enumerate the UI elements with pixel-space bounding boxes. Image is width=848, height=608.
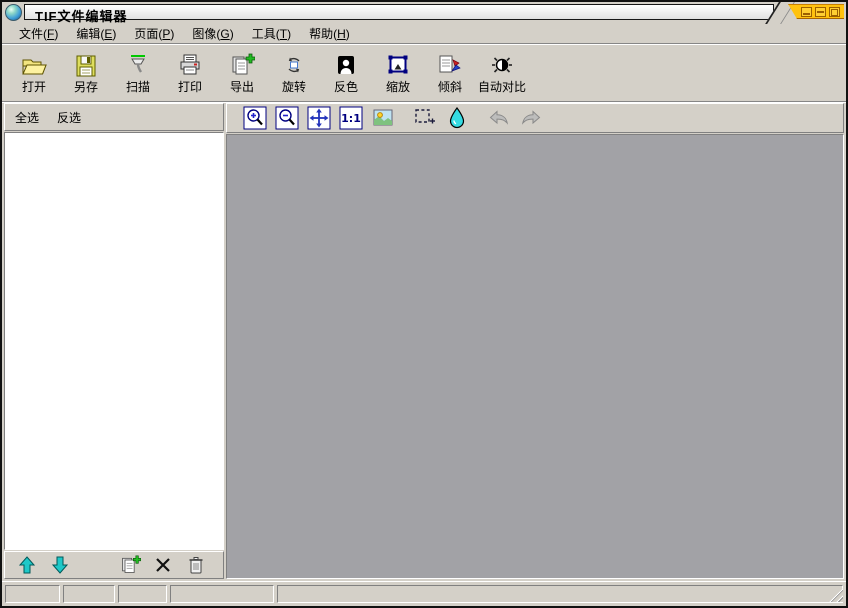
fill-color-button[interactable] xyxy=(445,106,469,130)
main-toolbar: 打开 另存 扫描 打印 导出 旋转 反色 缩放 倾斜 自动对比 xyxy=(2,45,846,101)
zoom-button-label: 缩放 xyxy=(385,80,410,94)
menu-bar: 文件(F) 编辑(E) 页面(P) 图像(G) 工具(T) 帮助(H) xyxy=(2,24,846,43)
scan-button[interactable]: 扫描 xyxy=(112,50,164,95)
rotate-button-label: 旋转 xyxy=(281,80,306,94)
menu-item-image[interactable]: 图像(G) xyxy=(183,23,242,44)
actual-size-button[interactable]: 1:1 xyxy=(339,106,363,130)
window-maximize-button[interactable] xyxy=(815,6,826,17)
undo-icon xyxy=(487,106,511,130)
save-as-button-label: 另存 xyxy=(73,80,98,94)
menu-item-page[interactable]: 页面(P) xyxy=(125,23,183,44)
title-strip: TIF文件编辑器 xyxy=(24,4,774,24)
menu-item-tools[interactable]: 工具(T) xyxy=(243,23,300,44)
move-down-button[interactable] xyxy=(50,555,70,575)
window-close-button[interactable] xyxy=(829,6,840,17)
skew-icon xyxy=(437,53,463,77)
menu-item-file[interactable]: 文件(F) xyxy=(10,23,67,44)
zoom-button[interactable]: 缩放 xyxy=(372,50,424,95)
svg-text:1:1: 1:1 xyxy=(341,112,361,125)
invert-button-label: 反色 xyxy=(333,80,358,94)
deskew-button[interactable]: 倾斜 xyxy=(424,50,476,95)
invert-button[interactable]: 反色 xyxy=(320,50,372,95)
rotate-button[interactable]: 旋转 xyxy=(268,50,320,95)
print-button-label: 打印 xyxy=(177,80,202,94)
status-cell-1 xyxy=(5,584,60,603)
auto-contrast-icon xyxy=(490,53,514,77)
deskew-button-icon-wrap xyxy=(437,51,463,77)
copy-page-button[interactable] xyxy=(119,555,141,575)
color-drop-icon xyxy=(446,107,468,129)
rotate-button-icon-wrap xyxy=(282,51,306,77)
auto-contrast-button-label: 自动对比 xyxy=(477,80,526,94)
save-as-button[interactable]: 另存 xyxy=(60,50,112,95)
image-icon xyxy=(372,107,394,129)
zoom-frame-icon xyxy=(386,53,410,77)
app-globe-icon xyxy=(5,4,22,21)
open-button-icon-wrap xyxy=(21,51,47,77)
move-up-button[interactable] xyxy=(17,555,37,575)
app-window: TIF文件编辑器 文件(F) 编辑(E) 页面(P) 图像(G) 工具(T) 帮助(H) … xyxy=(0,0,848,608)
open-button[interactable]: 打开 xyxy=(8,50,60,95)
move-down-icon xyxy=(50,555,70,575)
print-button[interactable]: 打印 xyxy=(164,50,216,95)
redo-button xyxy=(519,106,543,130)
view-toolbar: 1:1 xyxy=(226,103,844,133)
export-button-icon-wrap xyxy=(229,51,255,77)
zoom-button-icon-wrap xyxy=(386,51,410,77)
invert-button-icon-wrap xyxy=(334,51,358,77)
scanner-icon xyxy=(126,53,150,77)
status-bar xyxy=(2,581,846,606)
invert-icon xyxy=(334,53,358,77)
export-icon xyxy=(229,53,255,77)
select-all-button[interactable]: 全选 xyxy=(15,109,39,126)
redo-icon xyxy=(519,106,543,130)
page-panel-header: 全选 反选 xyxy=(4,103,224,131)
status-cell-2 xyxy=(63,584,115,603)
auto-contrast-button-icon-wrap xyxy=(490,51,514,77)
image-view-button[interactable] xyxy=(371,106,395,130)
remove-page-button[interactable] xyxy=(153,555,173,575)
page-actions-toolbar xyxy=(4,551,224,579)
page-panel: 全选 反选 xyxy=(4,103,224,579)
deskew-button-label: 倾斜 xyxy=(437,80,462,94)
open-folder-icon xyxy=(21,55,47,77)
copy-page-icon xyxy=(119,555,141,575)
remove-x-icon xyxy=(153,555,173,575)
zoom-out-button[interactable] xyxy=(275,106,299,130)
trash-icon xyxy=(186,555,206,575)
undo-button xyxy=(487,106,511,130)
status-cell-4 xyxy=(170,584,274,603)
export-button[interactable]: 导出 xyxy=(216,50,268,95)
delete-page-button[interactable] xyxy=(186,555,206,575)
zoom-out-icon xyxy=(275,106,299,130)
canvas[interactable] xyxy=(226,134,844,579)
open-button-label: 打开 xyxy=(21,80,46,94)
select-region-icon xyxy=(413,106,437,130)
save-as-button-icon-wrap xyxy=(74,51,98,77)
invert-selection-button[interactable]: 反选 xyxy=(57,109,81,126)
status-cell-5 xyxy=(277,584,843,603)
menu-item-help[interactable]: 帮助(H) xyxy=(300,23,359,44)
zoom-in-icon xyxy=(243,106,267,130)
fit-window-button[interactable] xyxy=(307,106,331,130)
save-floppy-icon xyxy=(74,55,98,77)
select-region-button[interactable] xyxy=(413,106,437,130)
zoom-in-button[interactable] xyxy=(243,106,267,130)
move-up-icon xyxy=(17,555,37,575)
auto-contrast-button[interactable]: 自动对比 xyxy=(476,50,528,95)
scan-button-label: 扫描 xyxy=(125,80,150,94)
window-minimize-button[interactable] xyxy=(801,6,812,17)
scan-button-icon-wrap xyxy=(126,51,150,77)
menu-item-edit[interactable]: 编辑(E) xyxy=(67,23,125,44)
actual-size-icon: 1:1 xyxy=(339,106,363,130)
status-cell-3 xyxy=(118,584,167,603)
window-controls xyxy=(788,4,844,19)
export-button-label: 导出 xyxy=(229,80,254,94)
page-list[interactable] xyxy=(4,132,224,550)
title-bar: TIF文件编辑器 xyxy=(2,2,846,24)
rotate-icon xyxy=(282,53,306,77)
print-button-icon-wrap xyxy=(178,51,202,77)
printer-icon xyxy=(178,53,202,77)
fit-window-icon xyxy=(307,106,331,130)
